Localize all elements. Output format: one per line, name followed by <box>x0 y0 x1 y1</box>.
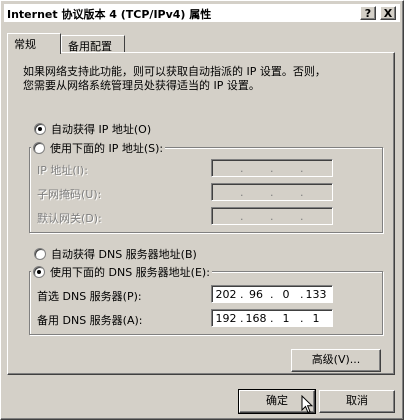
default-gateway-label: 默认网关(D): <box>37 212 102 225</box>
octet: 202 <box>215 287 237 301</box>
cancel-button[interactable]: 取消 <box>319 390 395 413</box>
tab-general-label: 常规 <box>14 38 36 51</box>
octet: 96 <box>249 287 263 301</box>
preferred-dns-label: 首选 DNS 服务器(P): <box>37 290 142 303</box>
ip-manual-label: 使用下面的 IP 地址(S): <box>50 142 164 155</box>
intro-line-2: 您需要从网络系统管理员处获得适当的 IP 设置。 <box>23 79 260 92</box>
octet: 1 <box>282 311 290 325</box>
ip-address-field[interactable]: . . . <box>211 159 333 177</box>
ip-auto-label: 自动获得 IP 地址(O) <box>51 123 152 136</box>
dns-auto-radio[interactable]: 自动获得 DNS 服务器地址(B) <box>34 246 197 262</box>
dns-manual-label: 使用下面的 DNS 服务器地址(E): <box>50 266 210 279</box>
title-bar: Internet 协议版本 4 (TCP/IPv4) 属性 ? X <box>4 4 400 22</box>
intro-line-1: 如果网络支持此功能，则可以获取自动指派的 IP 设置。否则， <box>23 65 326 78</box>
octet-dot: . <box>270 161 274 175</box>
ip-manual-radio[interactable]: 使用下面的 IP 地址(S): <box>33 140 163 156</box>
window-title: Internet 协议版本 4 (TCP/IPv4) 属性 <box>7 8 212 21</box>
intro-text: 如果网络支持此功能，则可以获取自动指派的 IP 设置。否则， 您需要从网络系统管… <box>23 65 383 93</box>
properties-dialog: Internet 协议版本 4 (TCP/IPv4) 属性 ? X 常规 备用配… <box>0 0 404 420</box>
default-gateway-field[interactable]: . . . <box>211 207 333 225</box>
preferred-dns-field[interactable]: 202. 96. 0. 133 <box>211 285 333 303</box>
advanced-button[interactable]: 高级(V)... <box>291 349 381 372</box>
radio-indicator <box>34 248 46 260</box>
octet: 133 <box>305 287 327 301</box>
octet-dot: . <box>300 209 304 223</box>
octet: 192 <box>215 311 237 325</box>
radio-indicator <box>33 266 45 278</box>
radio-indicator <box>33 142 45 154</box>
tab-alternate-config[interactable]: 备用配置 <box>61 35 125 53</box>
octet-dot: . <box>270 209 274 223</box>
mouse-pointer-icon <box>301 395 313 414</box>
octet: 168 <box>245 311 267 325</box>
dns-manual-radio[interactable]: 使用下面的 DNS 服务器地址(E): <box>33 264 210 280</box>
close-button[interactable]: X <box>380 6 396 20</box>
ip-address-label: IP 地址(I): <box>37 164 88 177</box>
octet: 1 <box>312 311 320 325</box>
alternate-dns-label: 备用 DNS 服务器(A): <box>37 314 143 327</box>
ip-auto-radio[interactable]: 自动获得 IP 地址(O) <box>34 121 151 137</box>
octet-dot: . <box>240 209 244 223</box>
help-button[interactable]: ? <box>360 6 376 20</box>
octet-dot: . <box>270 185 274 199</box>
dns-auto-label: 自动获得 DNS 服务器地址(B) <box>51 248 197 261</box>
subnet-mask-label: 子网掩码(U): <box>37 188 102 201</box>
octet-dot: . <box>240 161 244 175</box>
radio-indicator <box>34 123 46 135</box>
tab-general[interactable]: 常规 <box>7 33 61 54</box>
alternate-dns-field[interactable]: 192. 168. 1. 1 <box>211 309 333 327</box>
octet-dot: . <box>300 185 304 199</box>
octet-dot: . <box>300 161 304 175</box>
octet-dot: . <box>240 185 244 199</box>
subnet-mask-field[interactable]: . . . <box>211 183 333 201</box>
octet: 0 <box>282 287 290 301</box>
